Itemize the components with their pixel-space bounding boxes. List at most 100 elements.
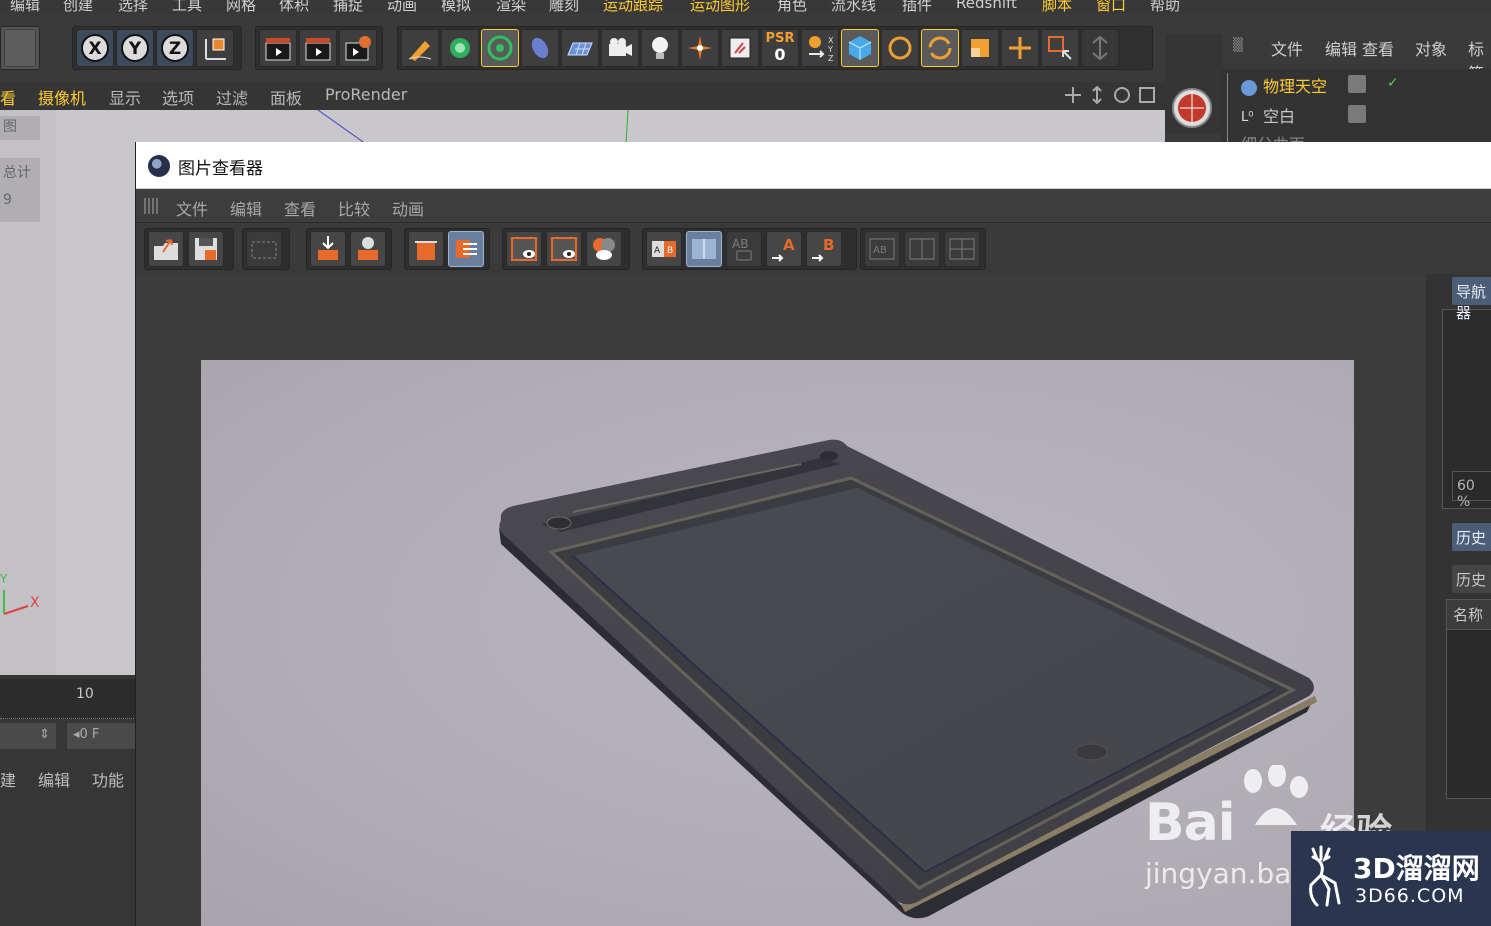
tag-button[interactable] [721, 29, 759, 67]
filmstrip-button[interactable] [246, 231, 282, 267]
timeline-ruler[interactable]: 10 [0, 679, 136, 719]
render-settings-button[interactable] [339, 29, 377, 67]
open-button[interactable] [148, 231, 184, 267]
compare-ab-button[interactable]: AB [646, 231, 682, 267]
menu-help[interactable]: 帮助 [1150, 0, 1180, 14]
menu-tools[interactable]: 工具 [172, 0, 202, 14]
menu-character[interactable]: 角色 [777, 0, 807, 14]
menu-sculpt[interactable]: 雕刻 [549, 0, 579, 14]
lock-z-button[interactable]: Z [156, 29, 194, 67]
object-row-physical-sky[interactable]: 物理天空 [1241, 73, 1327, 97]
menu-mesh[interactable]: 网格 [226, 0, 256, 14]
show-channels-button[interactable] [586, 231, 622, 267]
selection-button[interactable] [1041, 29, 1079, 67]
layout-grid-button[interactable] [944, 231, 980, 267]
rotate-view-icon[interactable] [1112, 85, 1132, 105]
picture-viewer-canvas[interactable] [136, 274, 1426, 926]
current-frame-field[interactable]: ◂0 F [67, 723, 136, 749]
menu-pipeline[interactable]: 流水线 [831, 0, 876, 14]
menu-create[interactable]: 创建 [63, 0, 93, 14]
viewport-menu-prorender[interactable]: ProRender [325, 85, 407, 104]
lock-y-button[interactable]: Y [116, 29, 154, 67]
show-alpha-button[interactable] [546, 231, 582, 267]
viewport-menu-view[interactable]: 看 [0, 85, 16, 109]
scale-button[interactable] [961, 29, 999, 67]
remove-all-button[interactable] [448, 231, 484, 267]
psr-button[interactable]: PSR 0 [761, 29, 799, 67]
layout-vertical-button[interactable] [904, 231, 940, 267]
subdivision-button[interactable] [481, 29, 519, 67]
pv-menu-view[interactable]: 查看 [284, 196, 316, 220]
pv-menu-edit[interactable]: 编辑 [230, 196, 262, 220]
menu-volume[interactable]: 体积 [279, 0, 309, 14]
menu-window[interactable]: 窗口 [1096, 0, 1126, 14]
camera-button[interactable] [601, 29, 639, 67]
model-mode-button[interactable] [841, 29, 879, 67]
menu-redshift[interactable]: Redshift [956, 0, 1017, 12]
pv-menu-compare[interactable]: 比较 [338, 196, 370, 220]
menu-select[interactable]: 选择 [118, 0, 148, 14]
show-image-button[interactable] [506, 231, 542, 267]
menu-simulate[interactable]: 模拟 [441, 0, 471, 14]
set-b-button[interactable]: B [806, 231, 842, 267]
material-menu-function[interactable]: 功能 [92, 767, 124, 791]
layout-ab-button[interactable]: AB [864, 231, 900, 267]
maximize-view-icon[interactable] [1137, 85, 1157, 105]
om-menu-object[interactable]: 对象 [1415, 36, 1447, 60]
picture-viewer-titlebar[interactable]: 图片查看器 [136, 142, 1491, 189]
history-subtab[interactable]: 历史 [1452, 565, 1491, 593]
pv-menu-file[interactable]: 文件 [176, 196, 208, 220]
visibility-toggle[interactable] [1348, 105, 1366, 123]
pen-tool-button[interactable] [401, 29, 439, 67]
om-menu-view[interactable]: 查看 [1362, 36, 1394, 60]
tab-navigator[interactable]: 导航器 [1452, 277, 1491, 322]
deformer-button[interactable] [521, 29, 559, 67]
viewport-menu-display[interactable]: 显示 [109, 85, 141, 109]
rotate-button[interactable] [881, 29, 919, 67]
user-export-button[interactable] [350, 231, 386, 267]
tab-history[interactable]: 历史 [1452, 523, 1491, 551]
compare-split-button[interactable] [686, 231, 722, 267]
viewport-menu-options[interactable]: 选项 [162, 85, 194, 109]
visibility-toggle[interactable] [1348, 75, 1366, 93]
menu-render[interactable]: 渲染 [496, 0, 526, 14]
viewport-menu-filter[interactable]: 过滤 [216, 85, 248, 109]
zoom-field[interactable]: 60 % [1452, 471, 1491, 510]
om-grip-icon[interactable]: ▒ [1233, 38, 1243, 53]
frame-spinner[interactable]: ⇕ [0, 723, 56, 749]
axis-xyz-button[interactable]: XYZ [801, 29, 839, 67]
viewport-menu-camera[interactable]: 摄像机 [38, 85, 86, 109]
undo-button[interactable] [4, 29, 36, 67]
menu-plugins[interactable]: 插件 [902, 0, 932, 14]
effector-button[interactable] [681, 29, 719, 67]
render-sphere-icon[interactable] [1172, 88, 1212, 128]
pv-menu-animation[interactable]: 动画 [392, 196, 424, 220]
copy-to-button[interactable] [310, 231, 346, 267]
save-button[interactable] [188, 231, 224, 267]
remove-image-button[interactable] [408, 231, 444, 267]
floor-button[interactable] [561, 29, 599, 67]
menu-script[interactable]: 脚本 [1042, 0, 1072, 14]
menu-mograph[interactable]: 运动图形 [690, 0, 750, 14]
light-button[interactable] [641, 29, 679, 67]
menu-animate[interactable]: 动画 [387, 0, 417, 14]
material-menu-create[interactable]: 建 [0, 767, 16, 791]
compare-diff-button[interactable]: AB [726, 231, 762, 267]
zoom-view-icon[interactable] [1087, 85, 1107, 105]
menu-edit[interactable]: 编辑 [10, 0, 40, 14]
render-view-button[interactable] [259, 29, 297, 67]
lock-x-button[interactable]: X [76, 29, 114, 67]
enabled-check-icon[interactable]: ✓ [1387, 75, 1399, 91]
om-menu-edit[interactable]: 编辑 [1325, 36, 1357, 60]
menu-motion-tracker[interactable]: 运动跟踪 [603, 0, 663, 14]
cube-primitive-button[interactable] [441, 29, 479, 67]
move-button[interactable] [1001, 29, 1039, 67]
object-row-null[interactable]: L⁰ 空白 [1241, 103, 1295, 127]
grip-icon[interactable] [144, 198, 160, 214]
set-a-button[interactable]: A [766, 231, 802, 267]
menu-snap[interactable]: 捕捉 [333, 0, 363, 14]
viewport-menu-panel[interactable]: 面板 [270, 85, 302, 109]
move-view-icon[interactable] [1063, 85, 1083, 105]
coord-system-button[interactable] [196, 29, 234, 67]
transform-button[interactable] [1081, 29, 1119, 67]
